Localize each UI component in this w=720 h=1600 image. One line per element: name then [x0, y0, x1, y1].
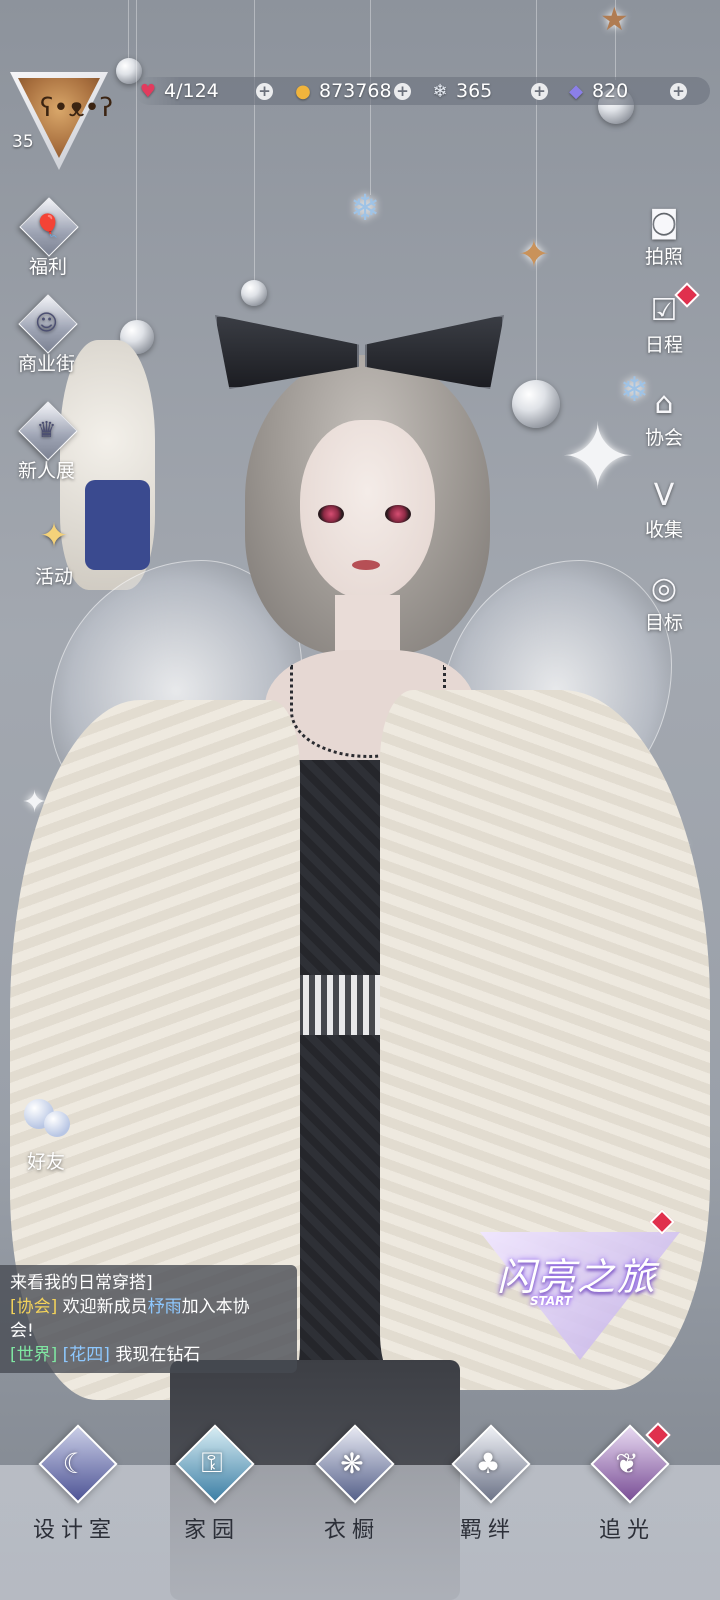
nav-chase-light[interactable]: ❦ 追光 [572, 1422, 682, 1544]
diamond-counter: ◆ 820 [565, 77, 628, 105]
diamond-icon: ◆ [569, 80, 583, 102]
character-lips [352, 560, 380, 570]
add-crystal-button[interactable]: + [531, 83, 548, 100]
chat-line: [协会] 欢迎新成员杼雨加入本协 [10, 1295, 287, 1319]
collection-label: 收集 [644, 519, 683, 541]
diamond-value: 820 [592, 80, 629, 102]
chat-line: 会! [10, 1319, 287, 1343]
left-eye [318, 505, 344, 523]
camera-icon: ◙ [649, 204, 679, 240]
bunny-jacket [85, 480, 150, 570]
chat-message: 会! [10, 1321, 34, 1341]
photo-label: 拍照 [644, 246, 683, 268]
stamina-counter: ♥ 4/124 [137, 77, 219, 105]
hanging-string [254, 0, 255, 285]
gold-coin-icon: ● [295, 80, 311, 102]
chat-message: 来看我的日常穿搭] [10, 1273, 153, 1293]
chat-message: 欢迎新成员 [62, 1297, 148, 1317]
add-diamond-button[interactable]: + [670, 83, 687, 100]
chat-line: 来看我的日常穿搭] [10, 1271, 287, 1295]
star-ornament: ★ [600, 0, 629, 38]
target-badge-icon: ◎ [650, 570, 678, 606]
schedule-button[interactable]: ☑ 日程 [634, 282, 700, 357]
crystal-icon: ❄ [432, 80, 448, 102]
nav-design-room[interactable]: ☾ 设计室 [20, 1424, 130, 1544]
hanging-string [536, 0, 537, 385]
shopping-bag-icon: ☺ [17, 294, 78, 354]
heart-gem-icon: ♥ [139, 80, 157, 102]
new-exhibit-button[interactable]: ♛ 新人展 [17, 401, 78, 483]
nav-wardrobe[interactable]: ❋ 衣橱 [297, 1424, 407, 1544]
goal-button[interactable]: ◎ 目标 [634, 568, 694, 635]
hanging-string [136, 0, 137, 322]
crystal-flower-icon: ❋ [315, 1424, 395, 1504]
collection-button[interactable]: V 收集 [634, 475, 694, 542]
nav-design-label: 设计室 [32, 1518, 117, 1543]
collection-v-icon: V [653, 477, 675, 513]
chat-box[interactable]: 来看我的日常穿搭] [协会] 欢迎新成员杼雨加入本协 会! [世界] [花四] … [0, 1265, 297, 1373]
welfare-button[interactable]: 🎈 福利 [19, 197, 79, 279]
nav-bond[interactable]: ♣ 羁绊 [433, 1424, 543, 1544]
photo-button[interactable]: ◙ 拍照 [634, 202, 694, 269]
right-eye [385, 505, 411, 523]
crystal-counter: ❄ 365 [429, 77, 492, 105]
sparkle-ornament: ✦ [560, 405, 636, 510]
crystal-value: 365 [456, 80, 493, 102]
shop-button[interactable]: ☺ 商业街 [17, 294, 78, 376]
player-level: 35 [12, 132, 34, 152]
gold-value: 873768 [319, 80, 392, 102]
chat-line: [世界] [花四] 我现在钻石 [10, 1343, 287, 1367]
goal-label: 目标 [644, 612, 683, 634]
nav-bond-label: 羁绊 [459, 1518, 516, 1543]
guild-button[interactable]: ⌂ 协会 [634, 383, 694, 450]
crown-icon: ♛ [17, 401, 78, 461]
event-button[interactable]: ✦ 活动 [28, 510, 80, 589]
member-name: 杼雨 [147, 1297, 182, 1317]
pearl-ornament [512, 380, 560, 428]
nav-home[interactable]: ⚿ 家园 [157, 1424, 267, 1544]
event-label: 活动 [34, 566, 73, 588]
add-stamina-button[interactable]: + [256, 83, 273, 100]
schedule-label: 日程 [644, 334, 683, 356]
friends-label: 好友 [26, 1151, 65, 1173]
nav-chase-label: 追光 [598, 1518, 655, 1543]
sparkle-icon: ✦ [39, 516, 69, 556]
chat-message: 我现在钻石 [115, 1345, 201, 1365]
friends-button[interactable]: 好友 [20, 1095, 72, 1174]
building-icon: ⌂ [654, 385, 674, 421]
nav-wardrobe-label: 衣橱 [323, 1518, 380, 1543]
bubbles-icon [20, 1095, 72, 1147]
moon-key-icon: ☾ [38, 1424, 118, 1504]
nav-home-label: 家园 [183, 1518, 240, 1543]
sender-name: [花四] [62, 1345, 110, 1365]
guild-channel-tag: [协会] [10, 1297, 58, 1317]
gold-counter: ● 873768 [292, 77, 392, 105]
star-ornament: ✦ [518, 232, 550, 276]
pearl-ornament [241, 280, 267, 306]
journey-title: 闪亮之旅 [496, 1255, 657, 1299]
teddy-bear-icon: ʕ•ᴥ•ʔ [40, 93, 113, 123]
hot-air-balloon-icon: 🎈 [19, 197, 79, 257]
snowflake-ornament: ❄ [350, 188, 381, 229]
player-avatar[interactable]: ʕ•ᴥ•ʔ [10, 72, 113, 170]
world-channel-tag: [世界] [10, 1345, 58, 1365]
add-gold-button[interactable]: + [394, 83, 411, 100]
stamina-value: 4/124 [164, 80, 219, 102]
clover-icon: ♣ [451, 1424, 531, 1504]
key-icon: ⚿ [175, 1424, 255, 1504]
guild-label: 协会 [644, 427, 683, 449]
journey-start-label: START [530, 1294, 573, 1308]
chat-message: 加入本协 [181, 1297, 250, 1317]
